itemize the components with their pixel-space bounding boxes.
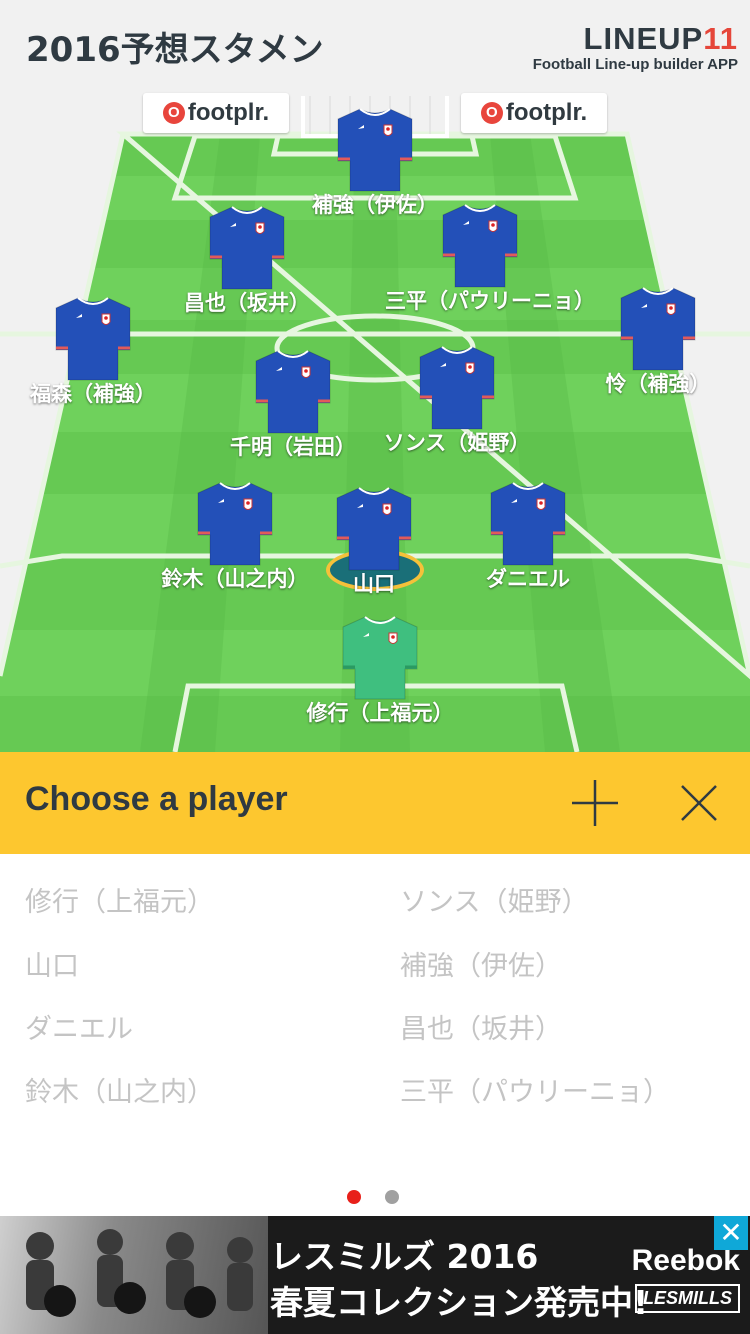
- player-slot[interactable]: 千明（岩田）: [198, 347, 388, 461]
- player-name: 千明（岩田）: [230, 435, 356, 459]
- sponsor-text: footplr.: [187, 99, 270, 126]
- player-shirt-icon: [620, 287, 696, 371]
- list-item[interactable]: 鈴木（山之内）: [25, 1070, 214, 1109]
- player-slot[interactable]: 怜（補強）: [563, 284, 750, 398]
- ad-headline: レスミルズ 2016: [270, 1237, 539, 1276]
- bench-player-list: 修行（上福元） ソンス（姫野） 山口 補強（伊佐） ダニエル 昌也（坂井） 鈴木…: [0, 854, 750, 1216]
- player-shirt-icon: [55, 297, 131, 381]
- list-item[interactable]: ダニエル: [25, 1007, 133, 1046]
- header: 2016予想スタメン LINEUP11 Football Line-up bui…: [0, 0, 750, 100]
- list-item[interactable]: ソンス（姫野）: [400, 880, 588, 919]
- list-item[interactable]: 三平（パウリーニョ）: [400, 1070, 670, 1109]
- player-name: 修行（上福元）: [306, 701, 454, 725]
- plus-icon[interactable]: [570, 778, 620, 828]
- player-name: ソンス（姫野）: [383, 431, 531, 455]
- app-logo: LINEUP11 Football Line-up builder APP: [532, 21, 738, 74]
- logo-number: 11: [703, 21, 738, 56]
- ad-banner[interactable]: レスミルズ 2016 春夏コレクション発売中! Reebok LESMILLS …: [0, 1216, 750, 1334]
- page-indicator-dot[interactable]: [385, 1190, 399, 1204]
- player-shirt-icon: [337, 108, 413, 192]
- player-shirt-icon: [442, 204, 518, 288]
- logo-subtitle: Football Line-up builder APP: [532, 56, 738, 73]
- player-name: ダニエル: [486, 567, 570, 591]
- list-item[interactable]: 山口: [25, 944, 79, 983]
- ad-photo: [0, 1216, 268, 1334]
- player-shirt-icon: [336, 487, 412, 571]
- list-item[interactable]: 修行（上福元）: [25, 880, 214, 919]
- logo-main-text: LINEUP: [583, 21, 704, 56]
- player-slot[interactable]: ダニエル: [433, 479, 623, 593]
- player-shirt-icon: [490, 482, 566, 566]
- player-slot[interactable]: 三平（パウリーニョ）: [385, 201, 595, 315]
- ad-close-icon[interactable]: ✕: [714, 1216, 748, 1250]
- page-title: 2016予想スタメン: [26, 30, 324, 70]
- player-name: 福森（補強）: [30, 382, 156, 406]
- player-name: 三平（パウリーニョ）: [385, 289, 595, 313]
- close-icon[interactable]: [674, 778, 724, 828]
- player-slot[interactable]: 福森（補強）: [0, 294, 188, 408]
- footplr-logo-icon: O: [480, 102, 503, 124]
- ad-brand2-logo: LESMILLS: [635, 1284, 740, 1313]
- player-shirt-icon: [255, 350, 331, 434]
- list-item[interactable]: 昌也（坂井）: [400, 1007, 562, 1046]
- player-chooser-bar: Choose a player: [0, 752, 750, 854]
- ad-subheadline: 春夏コレクション発売中!: [270, 1283, 649, 1322]
- footplr-logo-icon: O: [162, 102, 185, 124]
- sponsor-banner-right[interactable]: Ofootplr.: [461, 93, 607, 133]
- page-indicator-dot-active[interactable]: [347, 1190, 361, 1204]
- chooser-title: Choose a player: [25, 780, 288, 818]
- player-shirt-icon: [209, 206, 285, 290]
- player-shirt-icon: [419, 346, 495, 430]
- goalkeeper-shirt-icon: [342, 616, 418, 700]
- player-slot[interactable]: ソンス（姫野）: [362, 343, 552, 457]
- player-name: 怜（補強）: [605, 372, 711, 396]
- goalkeeper-slot[interactable]: 修行（上福元）: [285, 613, 475, 727]
- list-item[interactable]: 補強（伊佐）: [400, 944, 562, 983]
- sponsor-text: footplr.: [505, 99, 588, 126]
- sponsor-banner-left[interactable]: Ofootplr.: [143, 93, 289, 133]
- player-shirt-icon: [197, 482, 273, 566]
